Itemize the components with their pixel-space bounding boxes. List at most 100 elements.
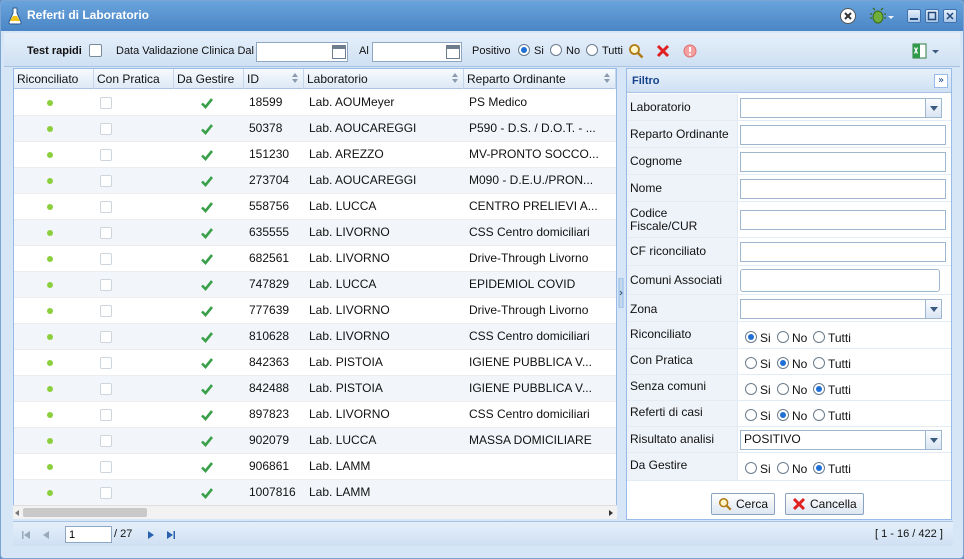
cell-reparto: P590 - D.S. / D.O.T. - ...: [469, 121, 596, 135]
clear-icon[interactable]: [656, 44, 670, 58]
chevron-down-icon[interactable]: [925, 99, 941, 117]
splitter-handle-icon[interactable]: [618, 278, 624, 308]
da-gestire-tutti-radio[interactable]: [813, 462, 825, 474]
chevron-down-icon[interactable]: [925, 300, 941, 318]
con-pratica-tutti-radio[interactable]: [813, 357, 825, 369]
date-to-input[interactable]: [372, 42, 462, 62]
positivo-label: Positivo: [472, 45, 511, 57]
col-riconciliato[interactable]: Riconciliato: [14, 69, 94, 89]
cf-riconciliato-input[interactable]: [740, 242, 946, 262]
table-row[interactable]: 558756 Lab. LUCCA CENTRO PRELIEVI A...: [14, 194, 616, 220]
table-row[interactable]: 906861 Lab. LAMM: [14, 454, 616, 480]
cell-laboratorio: Lab. LIVORNO: [309, 329, 390, 343]
excel-export-icon[interactable]: [912, 43, 940, 59]
col-con-pratica[interactable]: Con Pratica: [94, 69, 174, 89]
scroll-thumb[interactable]: [23, 508, 147, 517]
filter-row-nome: Nome: [627, 175, 951, 202]
filter-row-cognome: Cognome: [627, 148, 951, 175]
check-icon: [201, 124, 214, 135]
referti-casi-tutti-radio[interactable]: [813, 409, 825, 421]
table-row[interactable]: 747829 Lab. LUCCA EPIDEMIOL COVID: [14, 272, 616, 298]
con-pratica-no-radio[interactable]: [777, 357, 789, 369]
filter-row-senza-comuni: Senza comuni Si No Tutti: [627, 375, 951, 401]
senza-comuni-no-radio[interactable]: [777, 383, 789, 395]
positivo-no-radio[interactable]: [550, 44, 562, 56]
positivo-tutti-radio[interactable]: [586, 44, 598, 56]
panel-splitter[interactable]: [617, 68, 625, 520]
col-laboratorio[interactable]: Laboratorio: [304, 69, 464, 89]
riconciliato-no-radio[interactable]: [777, 331, 789, 343]
col-reparto[interactable]: Reparto Ordinante: [464, 69, 616, 89]
table-row[interactable]: 682561 Lab. LIVORNO Drive-Through Livorno: [14, 246, 616, 272]
senza-comuni-tutti-radio[interactable]: [813, 383, 825, 395]
warning-icon[interactable]: [683, 44, 697, 58]
table-row[interactable]: 1007816 Lab. LAMM: [14, 480, 616, 506]
table-row[interactable]: 635555 Lab. LIVORNO CSS Centro domiciliari: [14, 220, 616, 246]
title-bar[interactable]: Referti di Laboratorio: [1, 1, 963, 31]
referti-casi-si-radio[interactable]: [745, 409, 757, 421]
cancella-button[interactable]: Cancella: [785, 493, 864, 515]
maximize-icon: [927, 11, 937, 21]
table-row[interactable]: 842363 Lab. PISTOIA IGIENE PUBBLICA V...: [14, 350, 616, 376]
table-row[interactable]: 18599 Lab. AOUMeyer PS Medico: [14, 90, 616, 116]
scroll-left-icon[interactable]: [13, 509, 21, 517]
status-dot-icon: [47, 204, 53, 210]
codice-fiscale-label: Codice Fiscale/CUR: [627, 202, 738, 237]
reparto-label: Reparto Ordinante: [627, 121, 738, 147]
da-gestire-si-radio[interactable]: [745, 462, 757, 474]
table-row[interactable]: 902079 Lab. LUCCA MASSA DOMICILIARE: [14, 428, 616, 454]
risultato-combo[interactable]: POSITIVO: [740, 430, 942, 450]
da-gestire-no-radio[interactable]: [777, 462, 789, 474]
close-button[interactable]: [943, 9, 957, 23]
page-number-input[interactable]: [65, 526, 112, 543]
status-dot-icon: [47, 230, 53, 236]
scroll-right-icon[interactable]: [607, 509, 615, 517]
riconciliato-tutti-radio[interactable]: [813, 331, 825, 343]
search-icon[interactable]: [628, 43, 644, 59]
laboratorio-combo[interactable]: [740, 98, 942, 118]
minimize-button[interactable]: [907, 9, 921, 23]
comuni-input[interactable]: [740, 269, 940, 292]
cell-reparto: IGIENE PUBBLICA V...: [469, 381, 592, 395]
positivo-si-radio[interactable]: [518, 44, 530, 56]
date-from-input[interactable]: [256, 42, 348, 62]
table-row[interactable]: 842488 Lab. PISTOIA IGIENE PUBBLICA V...: [14, 376, 616, 402]
cognome-input[interactable]: [740, 152, 946, 172]
cell-reparto: Drive-Through Livorno: [469, 251, 589, 265]
chevron-down-icon[interactable]: [925, 431, 941, 449]
table-row[interactable]: 810628 Lab. LIVORNO CSS Centro domiciliari: [14, 324, 616, 350]
close-circle-icon[interactable]: [839, 7, 857, 25]
con-pratica-si-radio[interactable]: [745, 357, 757, 369]
codice-fiscale-input[interactable]: [740, 210, 946, 230]
horizontal-scrollbar[interactable]: [13, 505, 617, 519]
senza-comuni-si-radio[interactable]: [745, 383, 757, 395]
last-page-icon[interactable]: [164, 528, 178, 542]
maximize-button[interactable]: [925, 9, 939, 23]
reparto-input[interactable]: [740, 125, 946, 145]
col-id[interactable]: ID: [244, 69, 304, 89]
next-page-icon[interactable]: [144, 528, 158, 542]
riconciliato-si-radio[interactable]: [745, 331, 757, 343]
prev-page-icon[interactable]: [39, 528, 53, 542]
cell-laboratorio: Lab. LIVORNO: [309, 303, 390, 317]
calendar-icon[interactable]: [332, 45, 346, 59]
cerca-button[interactable]: Cerca: [711, 493, 776, 515]
bug-menu-icon[interactable]: [869, 7, 895, 25]
cell-id: 682561: [249, 251, 290, 265]
referti-casi-no-radio[interactable]: [777, 409, 789, 421]
table-row[interactable]: 897823 Lab. LIVORNO CSS Centro domiciliari: [14, 402, 616, 428]
cell-id: 635555: [249, 225, 290, 239]
zona-combo[interactable]: [740, 299, 942, 319]
calendar-icon[interactable]: [446, 45, 460, 59]
table-row[interactable]: 273704 Lab. AOUCAREGGI M090 - D.E.U./PRON.…: [14, 168, 616, 194]
nome-input[interactable]: [740, 179, 946, 199]
cell-reparto: CENTRO PRELIEVI A...: [469, 199, 598, 213]
table-row[interactable]: 777639 Lab. LIVORNO Drive-Through Livorno: [14, 298, 616, 324]
table-row[interactable]: 50378 Lab. AOUCAREGGI P590 - D.S. / D.O.T.…: [14, 116, 616, 142]
first-page-icon[interactable]: [19, 528, 33, 542]
status-dot-icon: [47, 360, 53, 366]
col-da-gestire[interactable]: Da Gestire: [174, 69, 244, 89]
collapse-panel-button[interactable]: »: [934, 74, 948, 88]
test-rapidi-checkbox[interactable]: [89, 44, 102, 57]
table-row[interactable]: 151230 Lab. AREZZO MV-PRONTO SOCCO...: [14, 142, 616, 168]
